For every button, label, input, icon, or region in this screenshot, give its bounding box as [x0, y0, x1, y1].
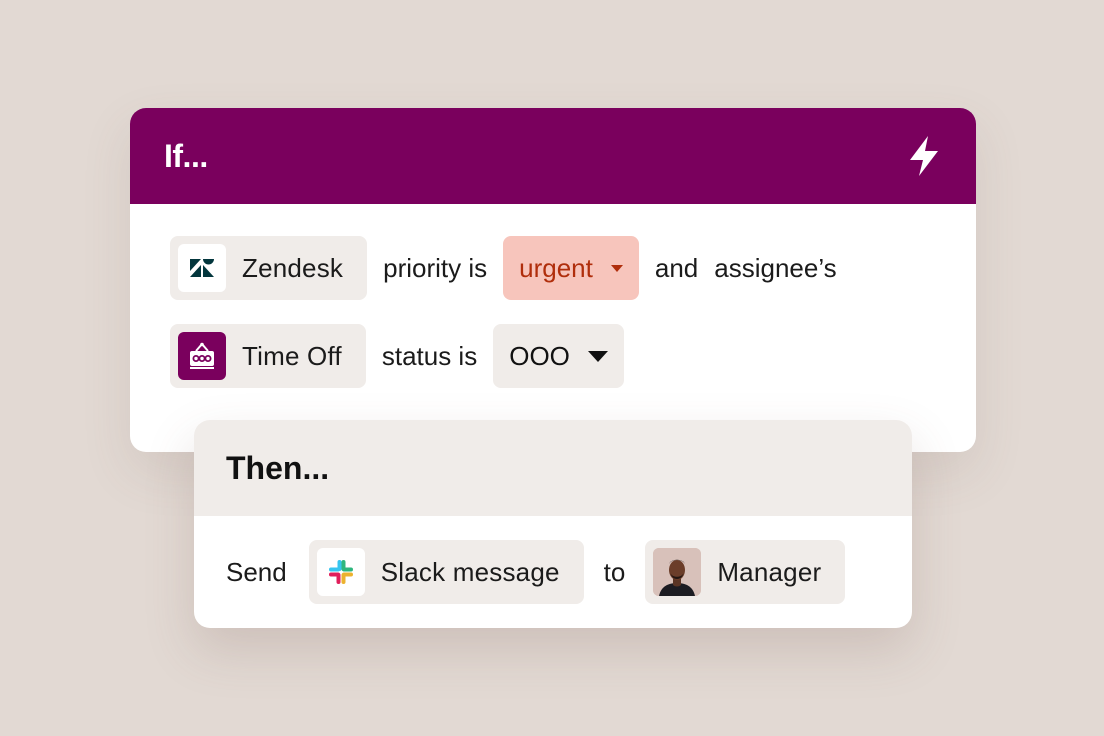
to-text: to: [603, 556, 626, 587]
zendesk-label: Zendesk: [242, 252, 344, 283]
slack-message-label: Slack message: [380, 556, 560, 587]
status-value: OOO: [509, 340, 570, 371]
time-off-chip[interactable]: Time Off: [170, 324, 366, 388]
slack-icon: [316, 548, 365, 596]
and-text: and: [654, 252, 699, 283]
avatar: [653, 548, 702, 596]
status-select[interactable]: OOO: [493, 324, 624, 388]
time-off-label: Time Off: [242, 340, 342, 371]
priority-value: urgent: [519, 252, 593, 283]
action-row: Send Slack message to Manager: [194, 516, 912, 604]
slack-message-chip[interactable]: Slack message: [308, 540, 584, 604]
condition-row-zendesk: Zendesk priority is urgent and assignee’…: [170, 236, 936, 300]
zendesk-chip[interactable]: Zendesk: [170, 236, 368, 300]
chevron-down-icon: [587, 350, 608, 362]
zendesk-icon: [178, 244, 226, 292]
if-header: If...: [130, 108, 976, 204]
time-off-icon: [178, 332, 226, 380]
if-body: Zendesk priority is urgent and assignee’…: [130, 204, 976, 388]
then-title: Then...: [226, 449, 330, 486]
if-card: If... Zendesk priority is urgent and ass…: [130, 108, 976, 452]
assignee-text: assignee’s: [714, 252, 837, 283]
priority-select[interactable]: urgent: [503, 236, 639, 300]
then-header: Then...: [194, 420, 912, 516]
status-is-text: status is: [381, 340, 478, 371]
priority-is-text: priority is: [383, 252, 488, 283]
if-title: If...: [164, 137, 208, 174]
lightning-bolt-icon[interactable]: [906, 135, 942, 177]
chevron-down-icon: [610, 264, 623, 272]
then-card: Then... Send Slack message to Manager: [194, 420, 912, 628]
manager-chip[interactable]: Manager: [645, 540, 846, 604]
condition-row-timeoff: Time Off status is OOO: [170, 324, 936, 388]
manager-label: Manager: [717, 556, 822, 587]
send-text: Send: [226, 556, 287, 587]
